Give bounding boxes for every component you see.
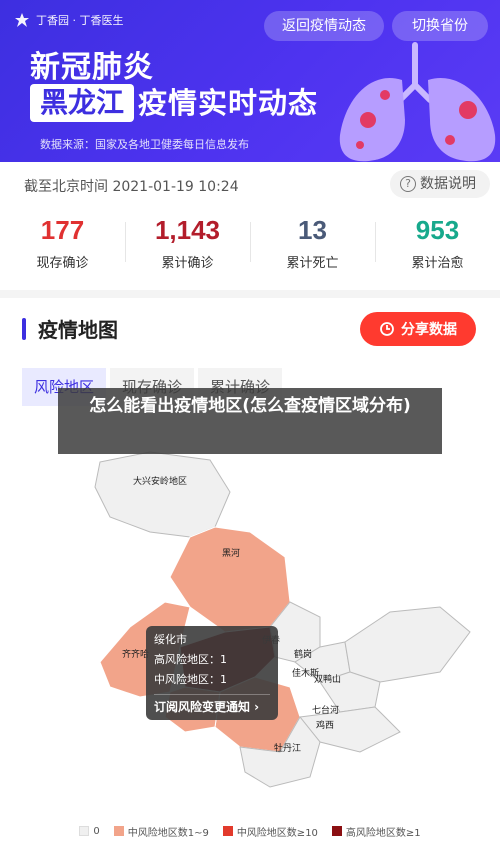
stats-row: 177 现存确诊 1,143 累计确诊 13 累计死亡 953 累计治愈 [0, 210, 500, 276]
back-to-updates-button[interactable]: 返回疫情动态 [264, 11, 384, 41]
legend-swatch [113, 826, 124, 836]
data-help-label: 数据说明 [420, 176, 476, 192]
legend-swatch [331, 826, 342, 836]
province-map: 大兴安岭地区 黑河 齐齐哈 伊春 鹤岗 佳木斯 双鸭山 七台河 鸡西 牡丹江 [94, 451, 471, 788]
dxy-logo-icon [15, 13, 29, 27]
subscribe-risk-link[interactable]: 订阅风险变更通知 › [154, 697, 270, 717]
legend-swatch [222, 826, 233, 836]
stat-label: 累计确诊 [161, 256, 214, 271]
stat-current-confirmed: 177 现存确诊 [0, 210, 125, 276]
map-legend: 0 中风险地区数1~9 中风险地区数≥10 高风险地区数≥1 [0, 822, 500, 840]
stat-label: 现存确诊 [36, 256, 89, 271]
stat-total-confirmed: 1,143 累计确诊 [125, 210, 250, 276]
switch-province-button[interactable]: 切换省份 [392, 11, 488, 41]
tooltip-mid-risk: 中风险地区：1 [154, 673, 227, 686]
legend-swatch [79, 826, 90, 836]
city-label-shuangyashan: 双鸭山 [314, 673, 341, 685]
section-title: 疫情地图 [38, 318, 118, 342]
share-data-button[interactable]: 分享数据 [360, 312, 476, 346]
stat-total-deaths: 13 累计死亡 [250, 210, 375, 276]
region-jiamusi[interactable] [344, 606, 471, 683]
legend-item: 高风险地区数≥1 [331, 824, 421, 839]
stat-value: 13 [298, 215, 327, 245]
stat-value: 1,143 [154, 215, 221, 245]
map-tooltip: 绥化市 高风险地区：1 中风险地区：1 订阅风险变更通知 › [146, 626, 278, 720]
city-label-hegang: 鹤岗 [294, 648, 312, 660]
caption-overlay: 怎么能看出疫情地区(怎么查疫情区域分布) [58, 388, 442, 454]
page-subtitle: 疫情实时动态 [138, 86, 319, 120]
share-data-label: 分享数据 [401, 322, 457, 338]
city-label-heihe: 黑河 [222, 547, 240, 559]
city-label-daxinganling: 大兴安岭地区 [133, 475, 187, 487]
stat-label: 累计死亡 [286, 256, 339, 271]
tooltip-separator [154, 694, 270, 695]
data-source: 数据来源：国家及各地卫健委每日信息发布 [40, 138, 249, 151]
data-help-button[interactable]: ? 数据说明 [390, 170, 490, 198]
legend-item: 0 [79, 825, 100, 837]
legend-label: 0 [93, 825, 100, 837]
stat-label: 累计治愈 [411, 256, 464, 271]
region-daxinganling[interactable] [94, 451, 231, 538]
update-time: 截至北京时间 2021-01-19 10:24 [24, 179, 239, 195]
city-label-qitaihe: 七台河 [312, 704, 339, 716]
province-chip: 黑龙江 [30, 84, 135, 122]
stat-total-recovered: 953 累计治愈 [375, 210, 500, 276]
lungs-illustration-icon [339, 42, 496, 162]
city-label-jixi: 鸡西 [316, 719, 334, 731]
section-divider [0, 290, 500, 298]
tooltip-high-risk: 高风险地区：1 [154, 653, 227, 666]
legend-label: 中风险地区数≥10 [236, 827, 318, 839]
share-icon [380, 322, 394, 336]
page-title: 新冠肺炎 [30, 50, 154, 85]
stat-value: 953 [415, 215, 460, 245]
city-label-mudanjiang: 牡丹江 [274, 742, 301, 754]
header-banner: 丁香园 · 丁香医生 返回疫情动态 切换省份 新冠肺炎 黑龙江 疫情实时动态 数… [0, 0, 500, 162]
brand-label: 丁香园 · 丁香医生 [36, 14, 124, 27]
city-label-qiqihar: 齐齐哈 [122, 648, 149, 660]
legend-label: 高风险地区数≥1 [345, 827, 421, 839]
brand: 丁香园 · 丁香医生 [14, 12, 124, 28]
legend-item: 中风险地区数1~9 [113, 824, 209, 839]
question-icon: ? [400, 176, 416, 192]
stat-value: 177 [40, 215, 85, 245]
section-accent-bar [22, 318, 26, 340]
tooltip-city: 绥化市 [154, 633, 187, 646]
legend-item: 中风险地区数≥10 [222, 824, 318, 839]
legend-label: 中风险地区数1~9 [127, 827, 209, 839]
